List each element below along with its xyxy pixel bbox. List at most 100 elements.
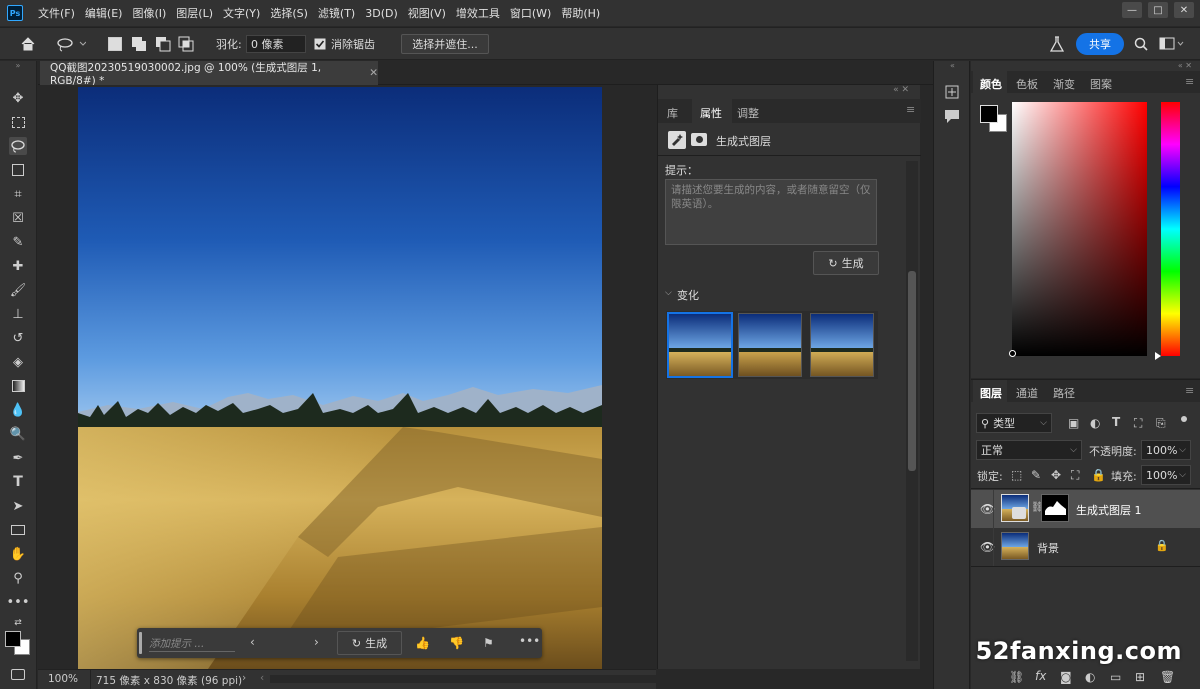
- tab-swatches[interactable]: 色板: [1016, 76, 1038, 92]
- filter-pixel-icon[interactable]: ▣: [1068, 416, 1079, 430]
- new-layer-icon[interactable]: ⊞: [1135, 670, 1145, 684]
- group-icon[interactable]: ▭: [1110, 670, 1121, 684]
- variation-thumbnail[interactable]: [738, 313, 802, 377]
- subtract-selection-icon[interactable]: [155, 35, 171, 53]
- next-icon[interactable]: ›: [314, 635, 319, 649]
- zoom-tool-icon[interactable]: ⚲: [9, 569, 27, 587]
- tab-patterns[interactable]: 图案: [1090, 76, 1112, 92]
- maximize-button[interactable]: □: [1148, 2, 1168, 18]
- foreground-swatch[interactable]: [980, 105, 998, 123]
- lasso-tool-preset-icon[interactable]: [56, 35, 86, 53]
- layer-mask-thumbnail[interactable]: [1041, 494, 1069, 522]
- crop-tool-icon[interactable]: ⌗: [9, 185, 27, 203]
- layer-filter-select[interactable]: ⚲ 类型 ⌵: [976, 413, 1052, 433]
- variation-thumbnail[interactable]: [810, 313, 874, 377]
- blur-tool-icon[interactable]: 💧: [9, 401, 27, 419]
- adjustment-layer-icon[interactable]: ◐: [1085, 670, 1095, 684]
- quick-mask-icon[interactable]: [9, 665, 27, 683]
- tab-channels[interactable]: 通道: [1016, 385, 1038, 401]
- frame-tool-icon[interactable]: ☒: [9, 209, 27, 227]
- marquee-tool-icon[interactable]: [9, 113, 27, 131]
- layer-row[interactable]: 👁 ⛓ 生成式图层 1: [971, 490, 1200, 528]
- history-panel-icon[interactable]: [943, 83, 961, 101]
- thumbs-down-icon[interactable]: 👎: [449, 636, 464, 650]
- lasso-tool-icon[interactable]: [9, 137, 27, 155]
- tab-libraries[interactable]: 库: [667, 105, 678, 121]
- layer-name[interactable]: 背景: [1037, 540, 1059, 556]
- prompt-textarea[interactable]: 请描述您要生成的内容，或者随意留空（仅限英语）。: [665, 179, 877, 245]
- comments-panel-icon[interactable]: [943, 107, 961, 125]
- add-mask-icon[interactable]: ◙: [1060, 670, 1072, 684]
- lock-transparent-icon[interactable]: ⬚: [1011, 468, 1022, 482]
- horizontal-scrollbar[interactable]: [270, 675, 656, 683]
- menu-image[interactable]: 图像(I): [127, 5, 171, 21]
- type-tool-icon[interactable]: T: [9, 473, 27, 491]
- menu-filter[interactable]: 滤镜(T): [313, 5, 360, 21]
- gradient-tool-icon[interactable]: [9, 377, 27, 395]
- lock-artboard-icon[interactable]: ⛶: [1071, 468, 1079, 483]
- minimize-button[interactable]: —: [1122, 2, 1142, 18]
- path-select-tool-icon[interactable]: ➤: [9, 497, 27, 515]
- stamp-tool-icon[interactable]: ⊥: [9, 305, 27, 323]
- tab-paths[interactable]: 路径: [1053, 385, 1075, 401]
- tab-properties[interactable]: 属性: [700, 105, 722, 121]
- menu-plugins[interactable]: 增效工具: [451, 5, 505, 21]
- generate-button[interactable]: ↻ 生成: [813, 251, 879, 275]
- layer-thumbnail[interactable]: [1001, 494, 1029, 522]
- layer-row[interactable]: 👁 背景 🔒: [971, 528, 1200, 566]
- hue-slider-handle[interactable]: [1155, 352, 1161, 360]
- object-select-tool-icon[interactable]: [9, 161, 27, 179]
- flask-icon[interactable]: [1049, 35, 1065, 53]
- panel-menu-icon[interactable]: ≡: [1185, 384, 1194, 397]
- foreground-color-swatch[interactable]: [5, 631, 21, 647]
- panel-menu-icon[interactable]: ≡: [906, 103, 915, 116]
- filter-type-icon[interactable]: T: [1112, 415, 1120, 429]
- color-field[interactable]: [1012, 102, 1147, 356]
- document-tab[interactable]: QQ截图20230519030002.jpg @ 100% (生成式图层 1, …: [40, 61, 378, 87]
- flag-icon[interactable]: ⚑: [483, 636, 494, 650]
- variation-thumbnail[interactable]: [667, 312, 733, 378]
- expand-icon[interactable]: «: [934, 61, 971, 71]
- filter-smart-object-icon[interactable]: ⎘: [1156, 416, 1166, 431]
- link-layers-icon[interactable]: ⛓: [1009, 670, 1024, 684]
- chevron-down-icon[interactable]: ⌵: [665, 288, 672, 298]
- menu-select[interactable]: 选择(S): [265, 5, 313, 21]
- feather-input[interactable]: 0 像素: [246, 35, 306, 53]
- taskbar-generate-button[interactable]: ↻ 生成: [337, 631, 402, 655]
- add-selection-icon[interactable]: [131, 35, 147, 53]
- opacity-input[interactable]: 100% ⌵: [1141, 440, 1191, 460]
- drag-handle[interactable]: [139, 632, 142, 654]
- previous-icon[interactable]: ‹: [250, 635, 255, 649]
- hand-tool-icon[interactable]: ✋: [9, 545, 27, 563]
- document-canvas[interactable]: [78, 87, 602, 669]
- filter-toggle-icon[interactable]: [1181, 416, 1187, 428]
- tab-adjustments[interactable]: 调整: [737, 105, 759, 121]
- filter-adjustment-icon[interactable]: ◐: [1090, 416, 1100, 430]
- color-picker-handle[interactable]: [1009, 350, 1016, 357]
- select-and-mask-button[interactable]: 选择并遮住...: [401, 34, 489, 54]
- swap-colors-icon[interactable]: ⇄: [9, 614, 27, 632]
- hue-slider[interactable]: [1161, 102, 1180, 356]
- rectangle-tool-icon[interactable]: [9, 521, 27, 539]
- menu-view[interactable]: 视图(V): [403, 5, 451, 21]
- move-tool-icon[interactable]: ✥: [9, 89, 27, 107]
- scroll-left-icon[interactable]: ‹: [260, 672, 264, 684]
- menu-type[interactable]: 文字(Y): [218, 5, 265, 21]
- collapse-icon[interactable]: »: [9, 61, 27, 70]
- panel-collapse-icon[interactable]: « ✕: [971, 61, 1200, 71]
- more-tools-icon[interactable]: •••: [7, 593, 30, 611]
- brush-tool-icon[interactable]: 🖌: [9, 281, 27, 299]
- intersect-selection-icon[interactable]: [178, 35, 194, 53]
- fill-input[interactable]: 100% ⌵: [1141, 465, 1191, 485]
- filter-shape-icon[interactable]: ⛶: [1134, 416, 1142, 431]
- tab-layers[interactable]: 图层: [980, 385, 1002, 401]
- home-icon[interactable]: [18, 35, 38, 53]
- lock-position-icon[interactable]: ✥: [1051, 468, 1061, 482]
- tab-color[interactable]: 颜色: [980, 76, 1002, 92]
- eraser-tool-icon[interactable]: ◈: [9, 353, 27, 371]
- panel-collapse-icon[interactable]: « ✕: [658, 85, 921, 99]
- dodge-tool-icon[interactable]: 🔍: [9, 425, 27, 443]
- layer-thumbnail[interactable]: [1001, 532, 1029, 560]
- menu-file[interactable]: 文件(F): [33, 5, 80, 21]
- lock-all-icon[interactable]: 🔒: [1091, 468, 1106, 482]
